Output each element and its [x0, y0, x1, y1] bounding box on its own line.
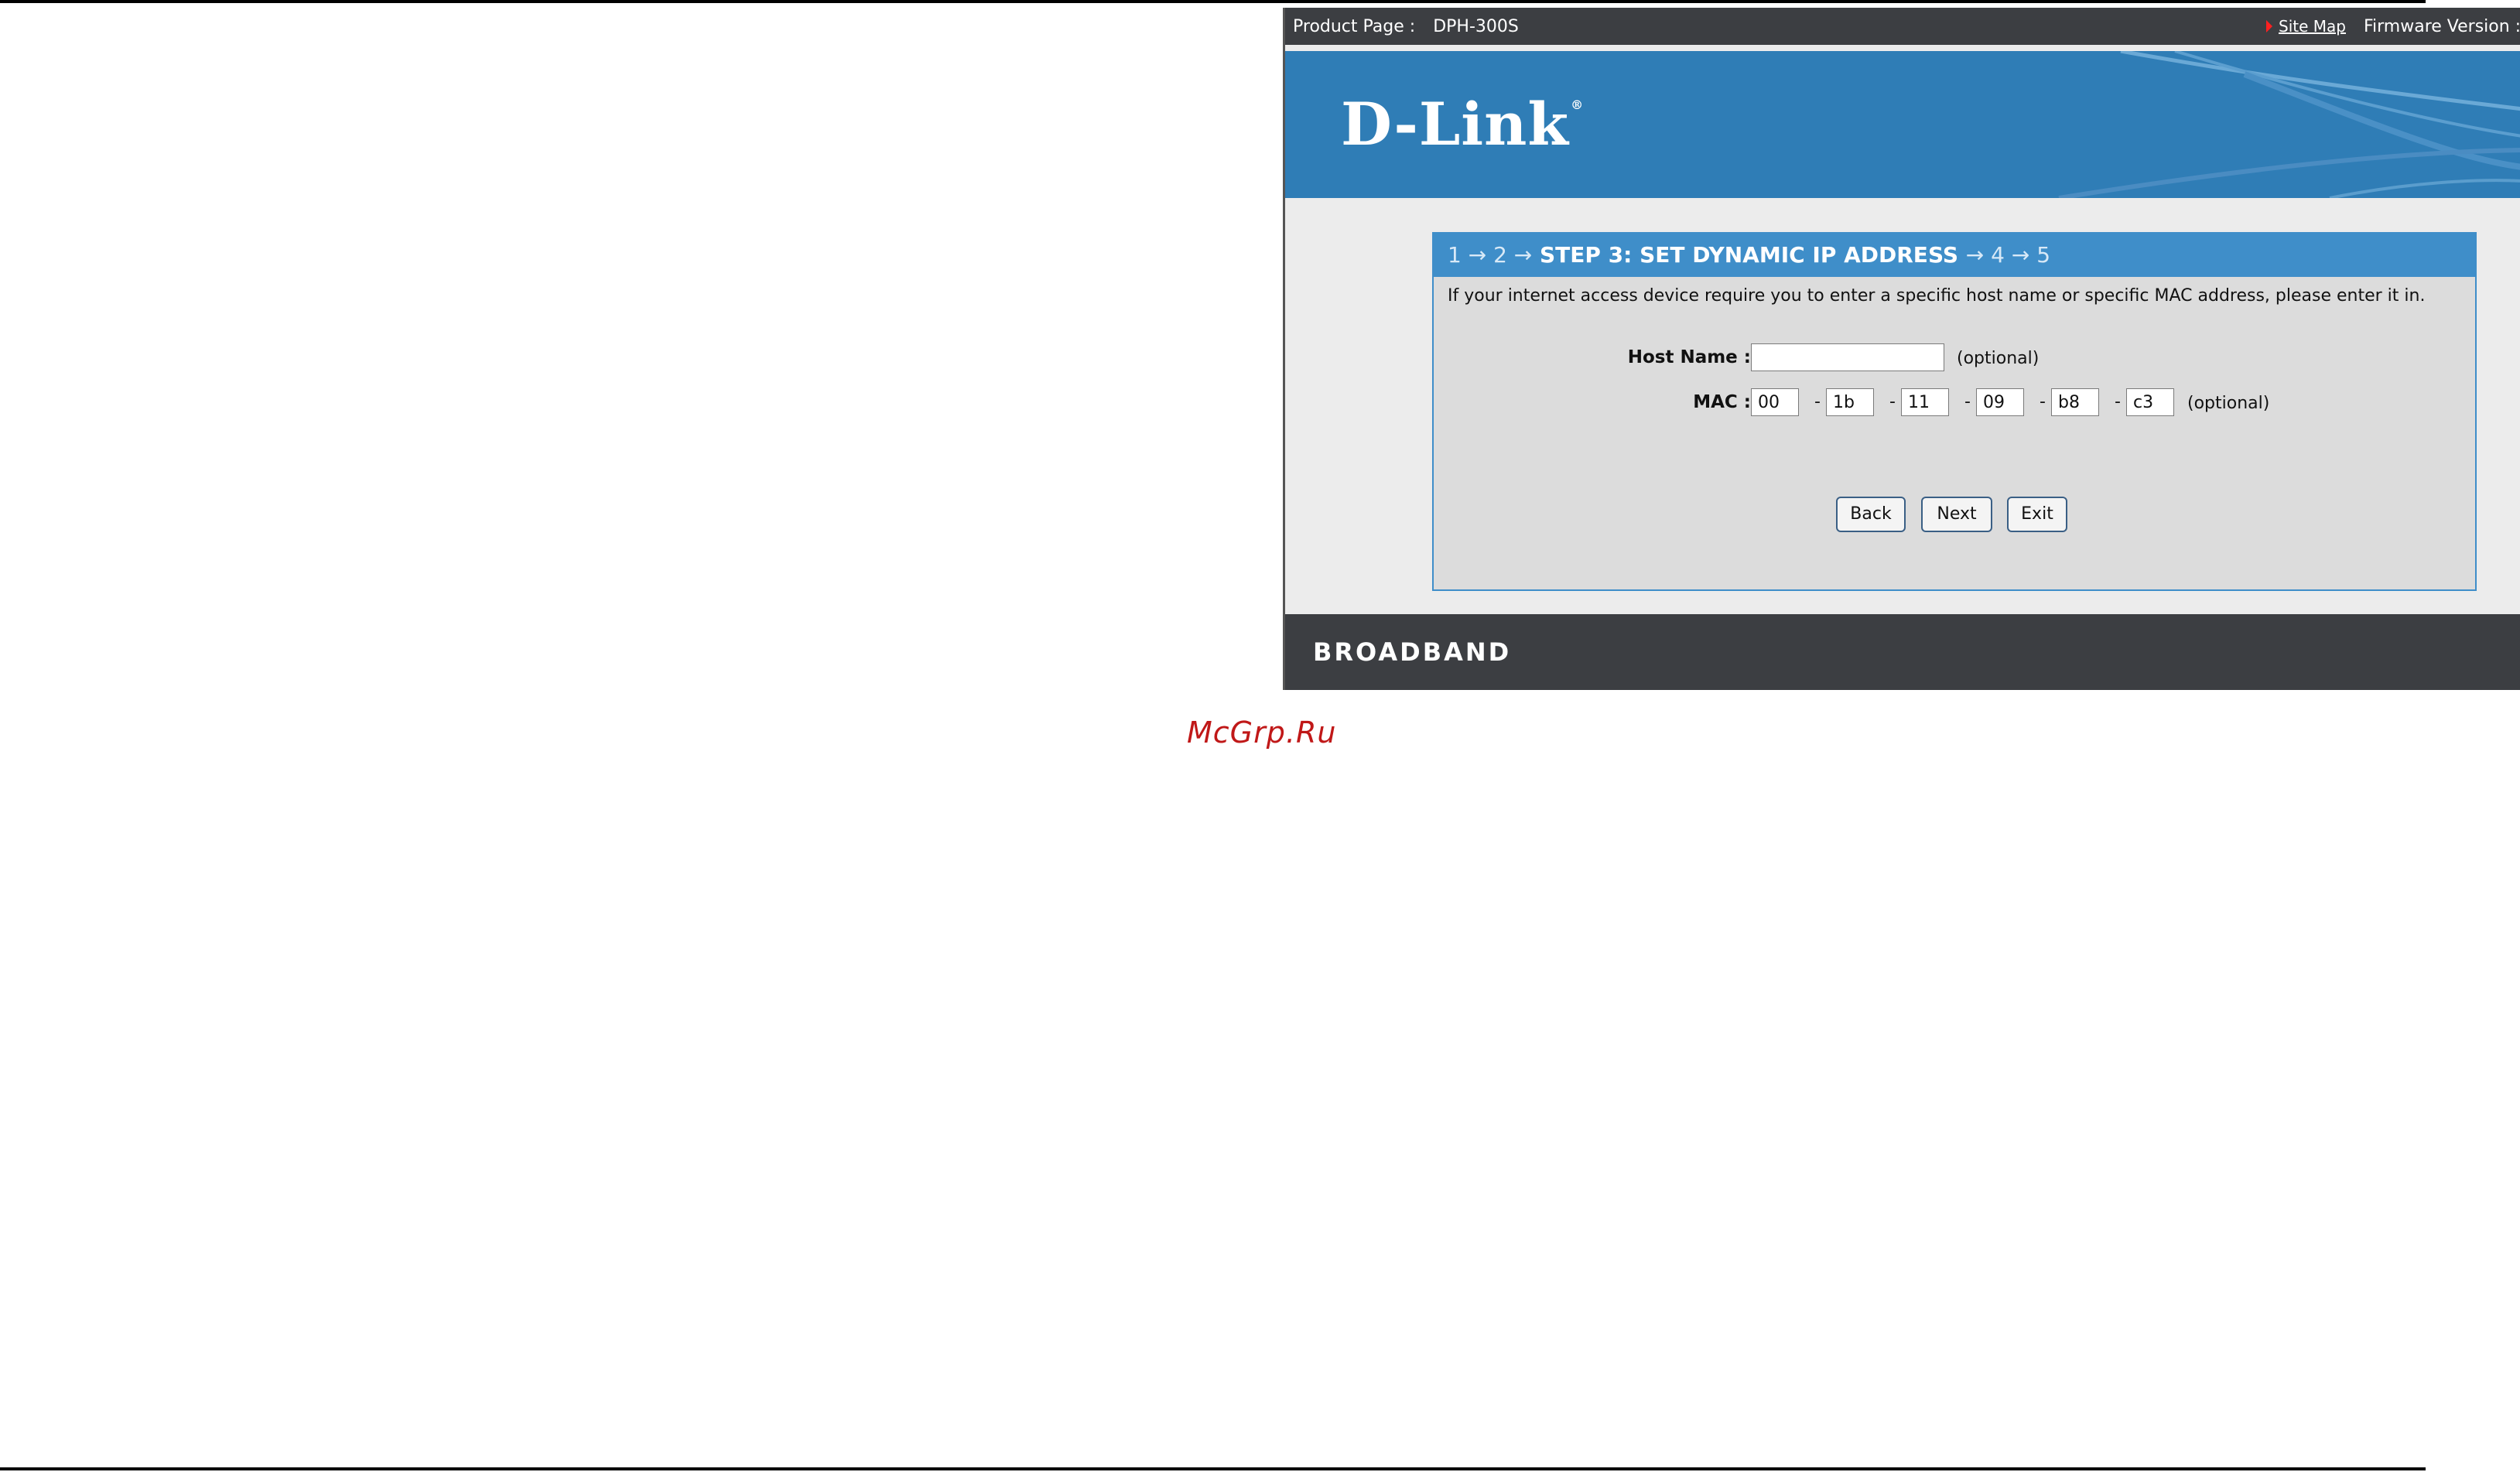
site-map-link[interactable]: Site Map	[2279, 17, 2346, 36]
firmware-label: Firmware Version :	[2363, 17, 2520, 36]
wizard-panel: 1 → 2 → STEP 3: SET DYNAMIC IP ADDRESS →…	[1432, 232, 2477, 591]
mac-separator: -	[1889, 392, 1896, 412]
top-bar-right: Site Map Firmware Version : 1	[2266, 17, 2520, 36]
mac-label: MAC :	[1693, 392, 1751, 412]
router-setup-screenshot: Product Page : DPH-300S Site Map Firmwar…	[1283, 8, 2520, 690]
broadband-label: BROADBAND	[1313, 637, 1512, 667]
product-label: Product Page :	[1293, 17, 1416, 36]
step-title: STEP 3: SET DYNAMIC IP ADDRESS	[1540, 242, 1959, 268]
dlink-logo: D-Link ®	[1341, 90, 1584, 159]
mac-separator: -	[2040, 392, 2046, 412]
host-name-optional: (optional)	[1957, 349, 2040, 368]
top-bar: Product Page : DPH-300S Site Map Firmwar…	[1285, 8, 2520, 45]
logo-text: D-Link	[1341, 90, 1570, 159]
mac-octet-3-input[interactable]	[1901, 388, 1949, 416]
mac-octet-6-input[interactable]	[2126, 388, 2174, 416]
product-model: DPH-300S	[1433, 17, 1519, 36]
back-button[interactable]: Back	[1836, 497, 1906, 532]
host-name-label: Host Name :	[1627, 347, 1751, 367]
mac-separator: -	[1814, 392, 1821, 412]
mac-octet-2-input[interactable]	[1826, 388, 1874, 416]
wizard-description: If your internet access device require y…	[1448, 286, 2426, 306]
mac-optional: (optional)	[2187, 394, 2270, 413]
page-bottom-rule	[0, 1467, 2426, 1470]
mac-octet-5-input[interactable]	[2051, 388, 2099, 416]
host-name-input[interactable]	[1751, 343, 1944, 371]
exit-button[interactable]: Exit	[2007, 497, 2067, 532]
mac-octet-4-input[interactable]	[1976, 388, 2024, 416]
step-suffix: → 4 → 5	[1965, 242, 2051, 268]
mac-separator: -	[2115, 392, 2121, 412]
header-banner: D-Link ®	[1285, 51, 2520, 198]
red-arrow-icon	[2266, 19, 2272, 32]
product-info: Product Page : DPH-300S	[1293, 17, 1519, 36]
watermark-text: McGrp.Ru	[1187, 716, 1337, 750]
next-button[interactable]: Next	[1921, 497, 1992, 532]
page-top-rule	[0, 0, 2426, 3]
footer-bar: BROADBAND	[1285, 614, 2520, 690]
wizard-step-header: 1 → 2 → STEP 3: SET DYNAMIC IP ADDRESS →…	[1434, 234, 2475, 277]
mac-separator: -	[1964, 392, 1971, 412]
mac-octet-1-input[interactable]	[1751, 388, 1799, 416]
registered-mark: ®	[1571, 97, 1585, 112]
step-prefix: 1 → 2 →	[1448, 242, 1533, 268]
